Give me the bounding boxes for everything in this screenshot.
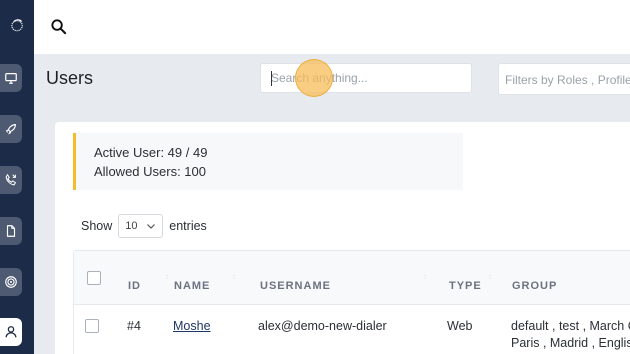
- sort-icon[interactable]: · ·: [424, 272, 426, 282]
- cell-group-continued: Paris , Madrid , English: [511, 336, 630, 350]
- top-bar: [34, 0, 630, 54]
- user-limit-info: Active User: 49 / 49 Allowed Users: 100: [73, 133, 463, 190]
- users-table: ID NAME USERNAME TYPE GROUP · · · · · · · · …: [73, 250, 630, 354]
- column-header-id[interactable]: ID: [128, 280, 141, 292]
- text-cursor: [271, 71, 272, 86]
- search-icon[interactable]: [50, 18, 67, 35]
- column-header-group[interactable]: GROUP: [512, 280, 557, 292]
- cell-name: Moshe: [173, 319, 211, 333]
- cell-type: Web: [447, 319, 473, 333]
- row-checkbox[interactable]: [85, 319, 99, 333]
- column-header-name[interactable]: NAME: [174, 280, 210, 292]
- sidebar-item-target[interactable]: [0, 268, 22, 296]
- sidebar-item-rocket[interactable]: [0, 115, 22, 143]
- show-label: Show: [81, 219, 113, 233]
- chevron-down-icon: [147, 224, 156, 229]
- entries-select[interactable]: 10: [118, 214, 164, 238]
- search-input[interactable]: [261, 64, 471, 92]
- page-length-control: Show 10 entries: [81, 214, 207, 238]
- users-card: Active User: 49 / 49 Allowed Users: 100 …: [55, 122, 630, 354]
- click-indicator: [295, 59, 333, 97]
- monitor-icon: [5, 73, 17, 84]
- brand-logo: ି: [11, 17, 23, 35]
- sort-icon[interactable]: · ·: [489, 272, 491, 282]
- column-header-type[interactable]: TYPE: [449, 280, 482, 292]
- document-icon: [6, 225, 16, 237]
- entries-label: entries: [169, 219, 207, 233]
- cell-group: default , test , March C: [511, 319, 630, 333]
- filter-placeholder: Filters by Roles , Profiles: [505, 73, 630, 87]
- column-header-username[interactable]: USERNAME: [260, 280, 331, 292]
- sidebar: ି: [0, 0, 34, 354]
- sidebar-item-monitor[interactable]: [0, 64, 22, 92]
- rocket-icon: [5, 124, 16, 135]
- cell-id: #4: [127, 319, 141, 333]
- phone-callback-icon: [5, 173, 17, 186]
- sidebar-item-callback[interactable]: [0, 166, 22, 194]
- allowed-users-text: Allowed Users: 100: [94, 164, 206, 179]
- sidebar-item-documents[interactable]: [0, 217, 22, 245]
- role-profile-filter[interactable]: Filters by Roles , Profiles: [498, 63, 630, 95]
- target-icon: [5, 276, 17, 288]
- sidebar-item-users[interactable]: [0, 318, 22, 346]
- sort-icon[interactable]: · ·: [233, 272, 235, 282]
- cell-username: alex@demo-new-dialer: [258, 319, 387, 333]
- active-users-text: Active User: 49 / 49: [94, 145, 208, 160]
- table-header: ID NAME USERNAME TYPE GROUP · · · · · · · ·: [74, 251, 630, 305]
- sort-icon[interactable]: · ·: [166, 272, 168, 282]
- user-name-link[interactable]: Moshe: [173, 319, 211, 333]
- select-all-checkbox[interactable]: [87, 271, 101, 285]
- entries-value: 10: [125, 220, 138, 232]
- search-box[interactable]: [260, 63, 472, 93]
- user-icon: [5, 326, 17, 338]
- page-title: Users: [46, 68, 94, 88]
